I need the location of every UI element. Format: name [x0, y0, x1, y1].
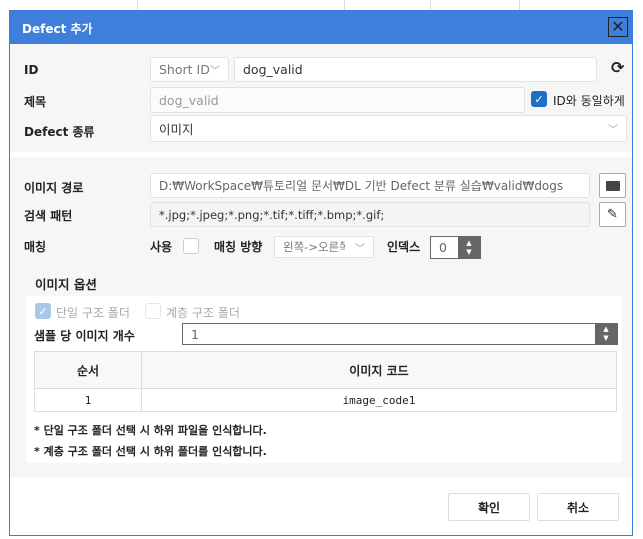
cell-image-code[interactable]: image_code1	[141, 388, 617, 412]
folder-open-button[interactable]	[599, 173, 626, 198]
image-options-title: 이미지 옵션	[35, 277, 97, 292]
cell-order[interactable]: 1	[34, 388, 142, 412]
image-path-input[interactable]: D:₩WorkSpace₩튜토리얼 문서₩DL 기반 Defect 분류 실습₩…	[150, 173, 590, 198]
table-row[interactable]: 1 image_code1	[34, 388, 617, 412]
index-value: 0	[439, 240, 447, 255]
pencil-icon[interactable]: ✎	[599, 202, 626, 227]
ok-button[interactable]: 확인	[448, 493, 530, 521]
hierarchical-folder-label: 계층 구조 폴더	[166, 306, 240, 320]
id-value: dog_valid	[243, 62, 303, 77]
matching-direction-label: 매칭 방향	[214, 240, 263, 254]
chevron-down-icon: ﹀	[210, 66, 220, 77]
id-type-select[interactable]: Short ID ﹀	[150, 57, 229, 82]
image-path-label: 이미지 경로	[24, 181, 84, 195]
cancel-button[interactable]: 취소	[537, 493, 619, 521]
defect-type-select[interactable]: 이미지 ﹀	[150, 115, 627, 142]
index-spinner[interactable]: 0 ▲ ▼	[430, 236, 481, 259]
defect-type-value: 이미지	[159, 122, 194, 137]
note-hierarchical: * 계층 구조 폴더 선택 시 하위 폴더를 인식합니다.	[34, 445, 267, 458]
single-folder-checkbox[interactable]: ✓	[35, 303, 51, 319]
matching-direction-value: 왼쪽->오른쪽	[283, 240, 345, 254]
defect-add-dialog: Defect 추가 ✕ ID Short ID ﹀ dog_valid ⟳ 제목 …	[9, 10, 633, 536]
id-type-value: Short ID	[159, 62, 210, 77]
column-header-image-code: 이미지 코드	[141, 351, 617, 389]
title-input[interactable]: dog_valid	[150, 87, 525, 113]
hierarchical-folder-checkbox[interactable]	[145, 303, 161, 319]
spinner-arrows-icon[interactable]: ▲ ▼	[595, 324, 617, 344]
count-value: 1	[191, 326, 199, 342]
search-pattern-input[interactable]: *.jpg;*.jpeg;*.png;*.tif;*.tiff;*.bmp;*.…	[150, 202, 590, 227]
chevron-down-icon: ﹀	[608, 125, 618, 136]
matching-label: 매칭	[24, 240, 47, 254]
matching-use-label: 사용	[150, 240, 173, 254]
matching-direction-select[interactable]: 왼쪽->오른쪽 ﹀	[274, 236, 374, 258]
id-label: ID	[24, 63, 39, 77]
count-label: 샘플 당 이미지 개수	[34, 329, 135, 343]
dialog-title: Defect 추가	[22, 22, 93, 36]
matching-use-checkbox[interactable]	[183, 238, 199, 254]
same-as-id-label: ID와 동일하게	[553, 94, 625, 108]
chevron-down-icon: ﹀	[355, 243, 365, 255]
table-header-row: 순서 이미지 코드	[34, 351, 617, 389]
search-pattern-label: 검색 패턴	[24, 209, 73, 223]
folder-open-icon	[605, 180, 620, 191]
search-pattern-value: *.jpg;*.jpeg;*.png;*.tif;*.tiff;*.bmp;*.…	[159, 207, 385, 222]
refresh-icon[interactable]: ⟳	[611, 58, 624, 77]
id-input[interactable]: dog_valid	[234, 57, 597, 82]
note-single: * 단일 구조 폴더 선택 시 하위 파일을 인식합니다.	[34, 424, 267, 437]
count-spinner[interactable]: 1 ▲ ▼	[182, 323, 618, 345]
same-as-id-checkbox[interactable]: ✓	[531, 91, 547, 107]
title-value: dog_valid	[159, 92, 219, 108]
close-icon[interactable]: ✕	[608, 17, 628, 37]
column-header-order: 순서	[34, 351, 142, 389]
image-path-value: D:₩WorkSpace₩튜토리얼 문서₩DL 기반 Defect 분류 실습₩…	[159, 179, 564, 193]
dialog-header: Defect 추가 ✕	[10, 11, 632, 44]
index-label: 인덱스	[387, 240, 421, 254]
single-folder-label: 단일 구조 폴더	[56, 306, 130, 320]
image-code-table: 순서 이미지 코드 1 image_code1	[34, 351, 617, 412]
spinner-arrows-icon[interactable]: ▲ ▼	[458, 237, 480, 258]
title-label: 제목	[24, 95, 47, 109]
defect-type-label: Defect 종류	[24, 125, 95, 139]
